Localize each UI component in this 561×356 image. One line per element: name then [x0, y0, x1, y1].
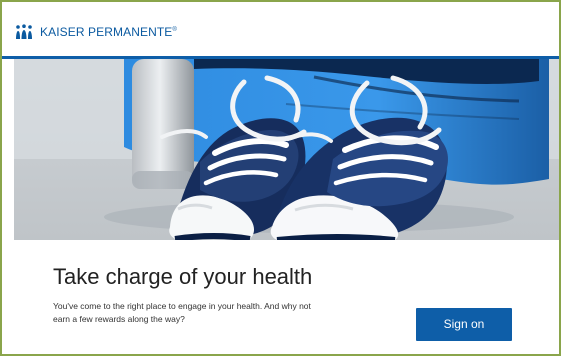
hero-illustration	[14, 59, 559, 240]
sign-on-button[interactable]: Sign on	[416, 308, 512, 341]
main-content: Take charge of your health You've come t…	[2, 240, 559, 354]
sneakers-on-gym-bag-image	[14, 59, 559, 240]
site-header: KAISER PERMANENTE®	[2, 2, 559, 56]
app-frame: KAISER PERMANENTE® Take charge of your h…	[0, 0, 561, 356]
logo-text: KAISER PERMANENTE®	[40, 26, 177, 38]
brand-logo[interactable]: KAISER PERMANENTE®	[14, 24, 177, 40]
registered-mark: ®	[172, 27, 177, 33]
kaiser-permanente-logo-icon	[16, 24, 32, 39]
intro-text: You've come to the right place to engage…	[53, 301, 311, 324]
logo-name: KAISER PERMANENTE	[40, 25, 173, 39]
page-title: Take charge of your health	[53, 264, 313, 289]
